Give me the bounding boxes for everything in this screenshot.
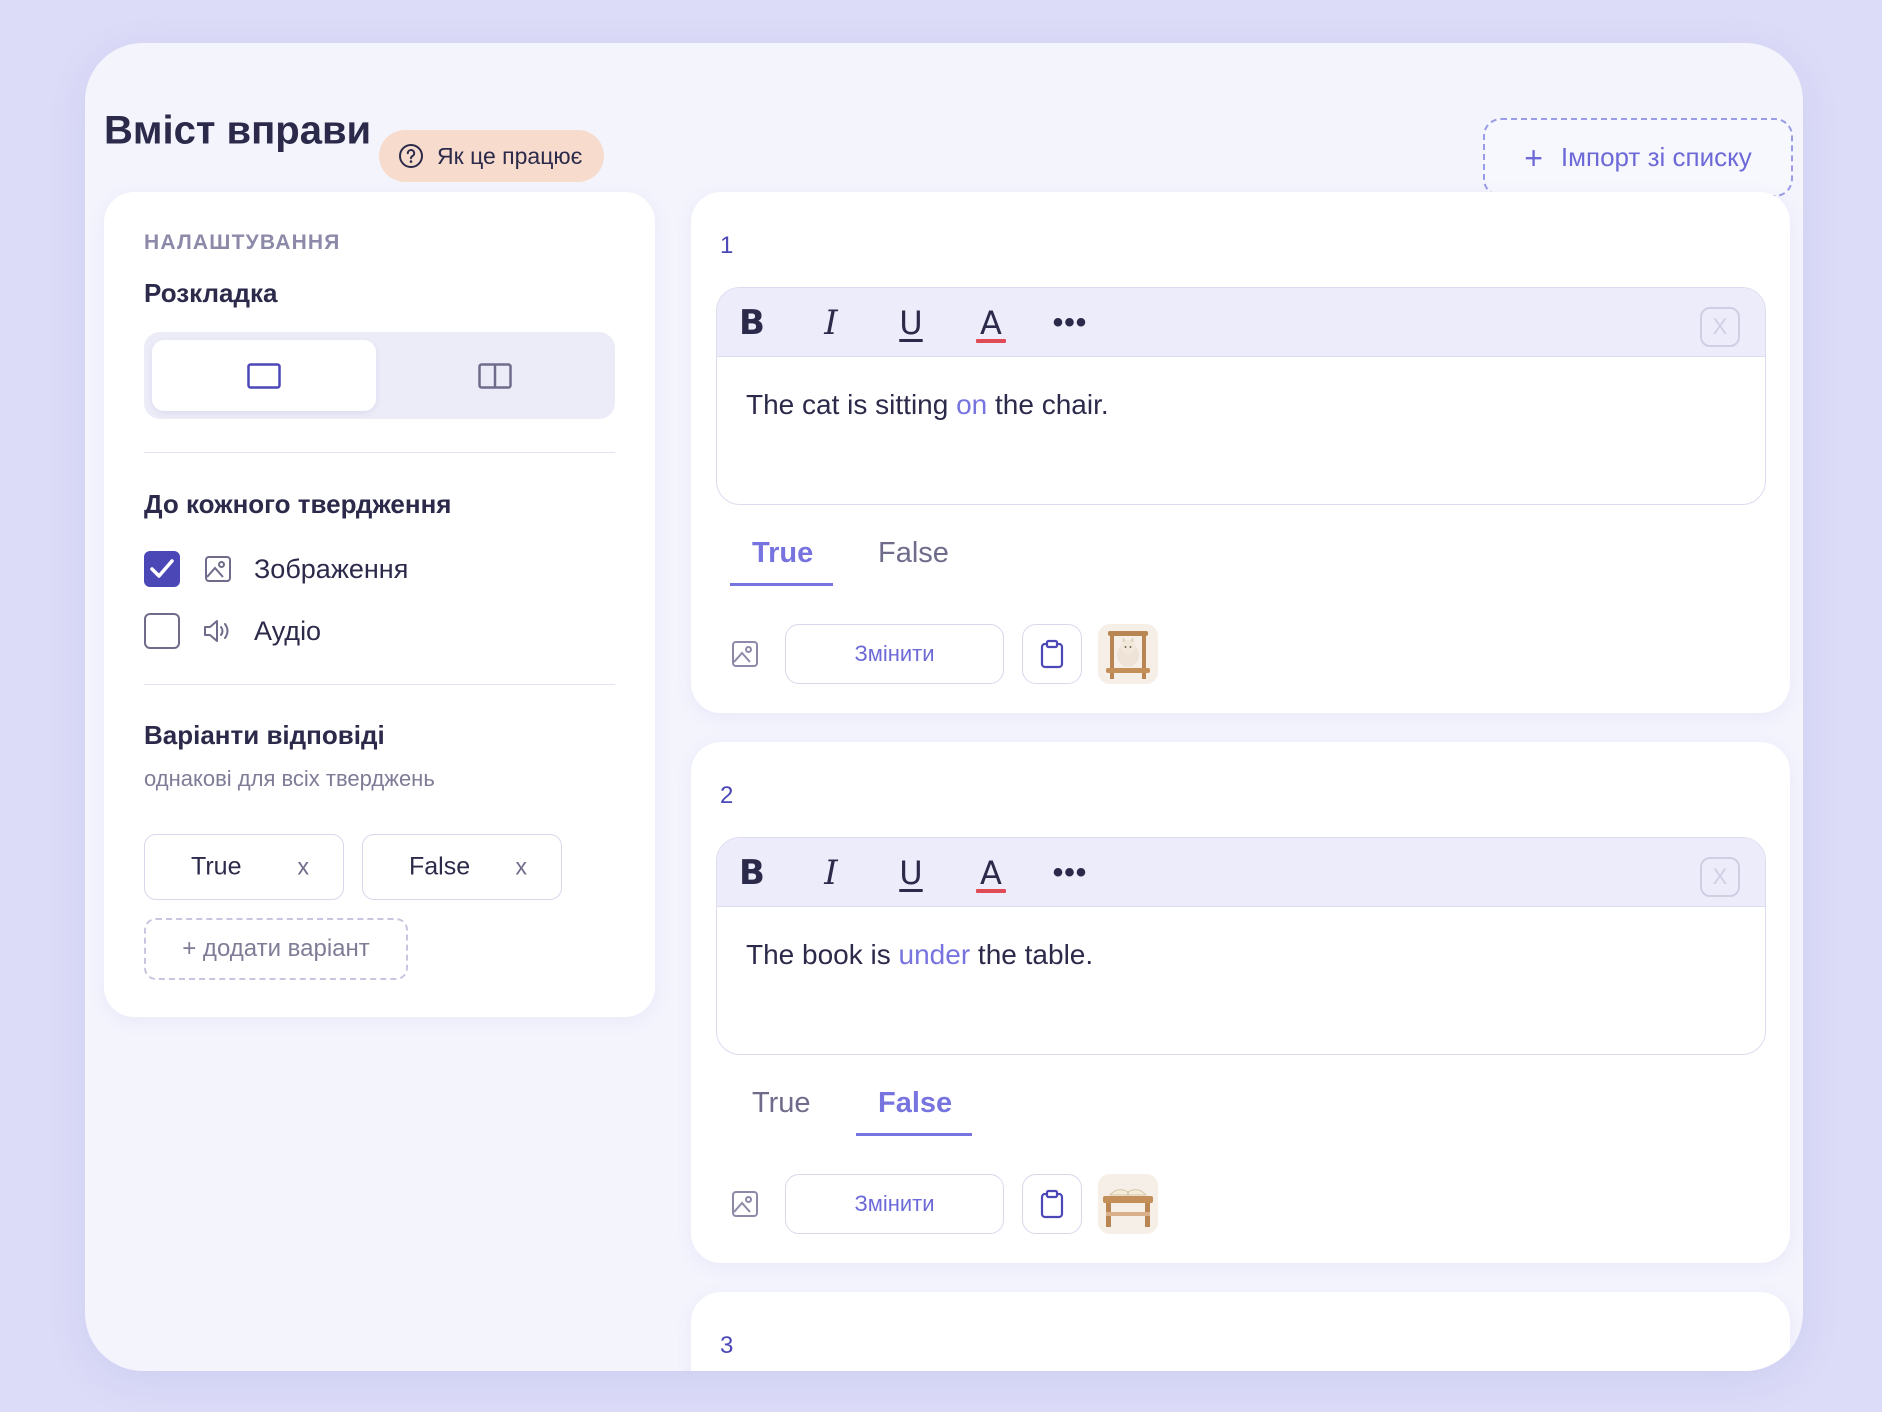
how-it-works-label: Як це працює bbox=[437, 142, 583, 169]
italic-button[interactable]: I bbox=[809, 288, 853, 357]
statement-card: 2 B I U A ••• X The book is under the ta… bbox=[691, 742, 1790, 1263]
statement-card: 3 bbox=[691, 1292, 1790, 1371]
text-color-label: A bbox=[980, 303, 1002, 342]
remove-chip-icon[interactable]: x bbox=[516, 854, 528, 881]
delete-statement-button[interactable]: X bbox=[1700, 307, 1740, 347]
text-before: The cat is sitting bbox=[746, 389, 957, 420]
italic-button[interactable]: I bbox=[809, 838, 853, 907]
answers-title: Варіанти відповіді bbox=[144, 720, 385, 750]
statement-number: 2 bbox=[720, 782, 734, 809]
bold-button[interactable]: B bbox=[730, 838, 774, 907]
page-title: Вміст вправи bbox=[104, 108, 372, 153]
change-image-button[interactable]: Змінити bbox=[785, 624, 1004, 684]
audio-checkbox[interactable] bbox=[144, 613, 180, 649]
audio-option-label: Аудіо bbox=[254, 615, 322, 646]
statement-number: 3 bbox=[720, 1332, 734, 1359]
statement-card: 1 B I U A ••• X The cat is sitting on th… bbox=[691, 192, 1790, 713]
chip-label: True bbox=[191, 852, 242, 881]
settings-caption: НАЛАШТУВАННЯ bbox=[144, 231, 341, 254]
layout-two-column-option[interactable] bbox=[383, 340, 607, 411]
import-label: Імпорт зі списку bbox=[1560, 142, 1752, 172]
statement-text[interactable]: The book is under the table. bbox=[746, 939, 1093, 971]
text-after: the chair. bbox=[987, 389, 1109, 420]
editor-toolbar: B I U A ••• X bbox=[717, 288, 1765, 357]
exercise-content-panel: Вміст вправи Як це працює + Імпорт зі сп… bbox=[85, 43, 1803, 1371]
color-indicator bbox=[976, 339, 1006, 343]
divider bbox=[144, 452, 615, 453]
answer-chip-true[interactable]: True x bbox=[144, 834, 344, 900]
text-after: the table. bbox=[970, 939, 1094, 970]
chip-label: False bbox=[409, 852, 471, 881]
statement-thumbnail-book[interactable] bbox=[1098, 1174, 1158, 1234]
checkmark-icon bbox=[150, 559, 174, 578]
image-icon bbox=[732, 1191, 758, 1217]
color-indicator bbox=[976, 889, 1006, 893]
answer-option-true[interactable]: True bbox=[752, 1087, 811, 1120]
answer-option-true[interactable]: True bbox=[729, 537, 834, 586]
underline-button[interactable]: U bbox=[889, 288, 933, 357]
change-image-button[interactable]: Змінити bbox=[785, 1174, 1004, 1234]
two-column-icon bbox=[478, 362, 512, 389]
paste-image-button[interactable] bbox=[1022, 1174, 1082, 1234]
rich-text-editor: B I U A ••• X The cat is sitting on the … bbox=[716, 287, 1766, 505]
highlighted-word: on bbox=[956, 389, 988, 420]
image-option-label: Зображення bbox=[254, 553, 409, 584]
image-icon bbox=[202, 553, 234, 585]
rich-text-editor: B I U A ••• X The book is under the tabl… bbox=[716, 837, 1766, 1055]
text-color-button[interactable]: A bbox=[969, 838, 1013, 907]
add-variant-button[interactable]: + додати варіант bbox=[144, 918, 408, 980]
text-color-label: A bbox=[980, 853, 1002, 892]
remove-chip-icon[interactable]: x bbox=[298, 854, 310, 881]
option-audio-row[interactable]: Аудіо bbox=[144, 613, 321, 649]
layout-single-option[interactable] bbox=[152, 340, 376, 411]
each-statement-title: До кожного твердження bbox=[144, 489, 452, 519]
statement-number: 1 bbox=[720, 232, 734, 259]
option-image-row[interactable]: Зображення bbox=[144, 551, 408, 587]
import-from-list-button[interactable]: + Імпорт зі списку bbox=[1483, 118, 1793, 197]
how-it-works-button[interactable]: Як це працює bbox=[379, 130, 605, 182]
header: Вміст вправи Як це працює + Імпорт зі сп… bbox=[104, 87, 1803, 197]
highlighted-word: under bbox=[898, 939, 971, 970]
speaker-icon bbox=[202, 615, 234, 647]
answer-chip-false[interactable]: False x bbox=[362, 834, 562, 900]
answer-option-false[interactable]: False bbox=[878, 537, 949, 570]
plus-icon: + bbox=[1524, 139, 1543, 176]
media-row: Змінити bbox=[691, 624, 1790, 684]
bold-button[interactable]: B bbox=[730, 288, 774, 357]
image-checkbox[interactable] bbox=[144, 551, 180, 587]
layout-toggle bbox=[144, 332, 615, 419]
settings-panel: НАЛАШТУВАННЯ Розкладка До кожного твердж… bbox=[104, 192, 655, 1017]
statement-thumbnail-cat[interactable] bbox=[1098, 624, 1158, 684]
more-options-button[interactable]: ••• bbox=[1048, 838, 1092, 907]
answer-option-false[interactable]: False bbox=[855, 1087, 973, 1136]
clipboard-icon bbox=[1040, 639, 1064, 669]
clipboard-icon bbox=[1040, 1189, 1064, 1219]
text-before: The book is bbox=[746, 939, 899, 970]
answers-note: однакові для всіх тверджень bbox=[144, 766, 435, 791]
editor-toolbar: B I U A ••• X bbox=[717, 838, 1765, 907]
paste-image-button[interactable] bbox=[1022, 624, 1082, 684]
single-column-icon bbox=[247, 362, 281, 389]
divider bbox=[144, 684, 615, 685]
image-icon bbox=[732, 641, 758, 667]
statement-text[interactable]: The cat is sitting on the chair. bbox=[746, 389, 1109, 421]
media-row: Змінити bbox=[691, 1174, 1790, 1234]
layout-title: Розкладка bbox=[144, 278, 278, 308]
help-icon bbox=[399, 144, 423, 168]
text-color-button[interactable]: A bbox=[969, 288, 1013, 357]
underline-button[interactable]: U bbox=[889, 838, 933, 907]
more-options-button[interactable]: ••• bbox=[1048, 288, 1092, 357]
delete-statement-button[interactable]: X bbox=[1700, 857, 1740, 897]
